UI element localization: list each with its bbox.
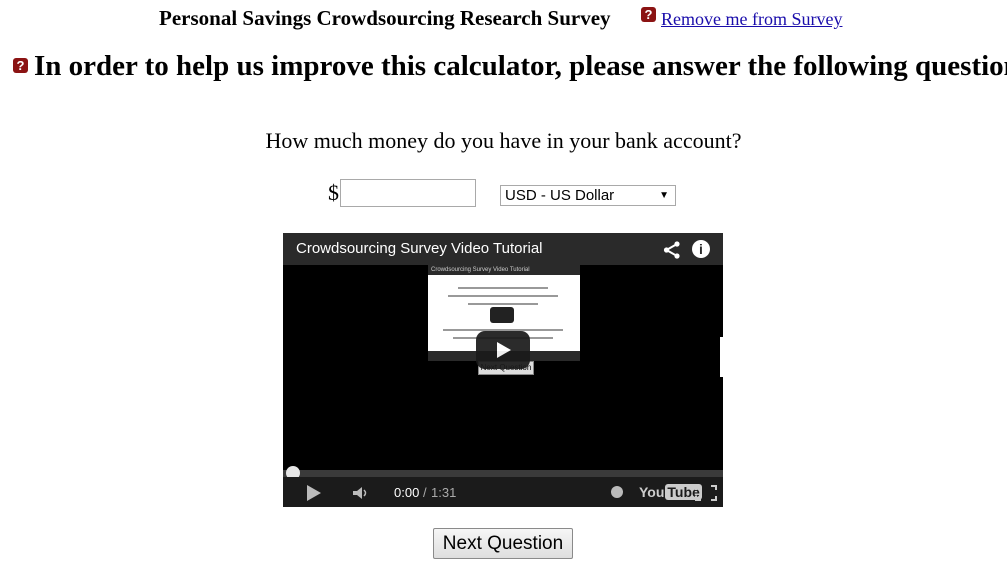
currency-select[interactable]: USD - US Dollar ▼ <box>500 185 676 206</box>
video-title[interactable]: Crowdsourcing Survey Video Tutorial <box>296 240 543 257</box>
dropdown-arrow-icon: ▼ <box>659 190 669 201</box>
thumbnail-play-icon <box>490 307 514 323</box>
time-separator: / <box>423 485 427 500</box>
video-player[interactable]: Crowdsourcing Survey Video Tutorial Next… <box>283 233 723 507</box>
share-icon[interactable] <box>663 241 681 259</box>
remove-from-survey-link[interactable]: Remove me from Survey <box>661 9 842 30</box>
video-edge-mark <box>720 337 723 377</box>
info-icon[interactable]: i <box>692 240 710 258</box>
page-heading: In order to help us improve this calcula… <box>34 50 1007 82</box>
large-play-button[interactable] <box>476 331 530 369</box>
question-help-icon[interactable]: ? <box>13 58 28 73</box>
volume-icon[interactable] <box>353 487 369 499</box>
fullscreen-icon[interactable] <box>695 485 717 501</box>
youtube-logo-you: You <box>639 484 665 500</box>
play-icon[interactable] <box>307 485 321 501</box>
currency-select-value: USD - US Dollar <box>505 187 615 204</box>
thumbnail-text-line <box>458 287 548 289</box>
video-controls: 0:00 / 1:31 You Tube <box>283 477 723 507</box>
thumbnail-text-line <box>448 295 558 297</box>
video-progress-bar[interactable] <box>283 466 723 480</box>
survey-question: How much money do you have in your bank … <box>265 128 742 153</box>
thumbnail-text-line <box>468 303 538 305</box>
next-question-button[interactable]: Next Question <box>433 528 573 559</box>
help-icon[interactable]: ? <box>641 7 656 22</box>
survey-title: Personal Savings Crowdsourcing Research … <box>159 6 611 30</box>
time-current: 0:00 <box>394 485 420 500</box>
time-total: 1:31 <box>431 485 457 500</box>
currency-symbol: $ <box>328 180 339 205</box>
video-title-bar: Crowdsourcing Survey Video Tutorial i <box>283 233 723 265</box>
amount-input[interactable] <box>340 179 476 207</box>
youtube-logo[interactable]: You Tube <box>639 484 702 500</box>
thumbnail-title-bar: Crowdsourcing Survey Video Tutorial <box>428 265 580 275</box>
watch-later-icon[interactable] <box>611 486 623 498</box>
